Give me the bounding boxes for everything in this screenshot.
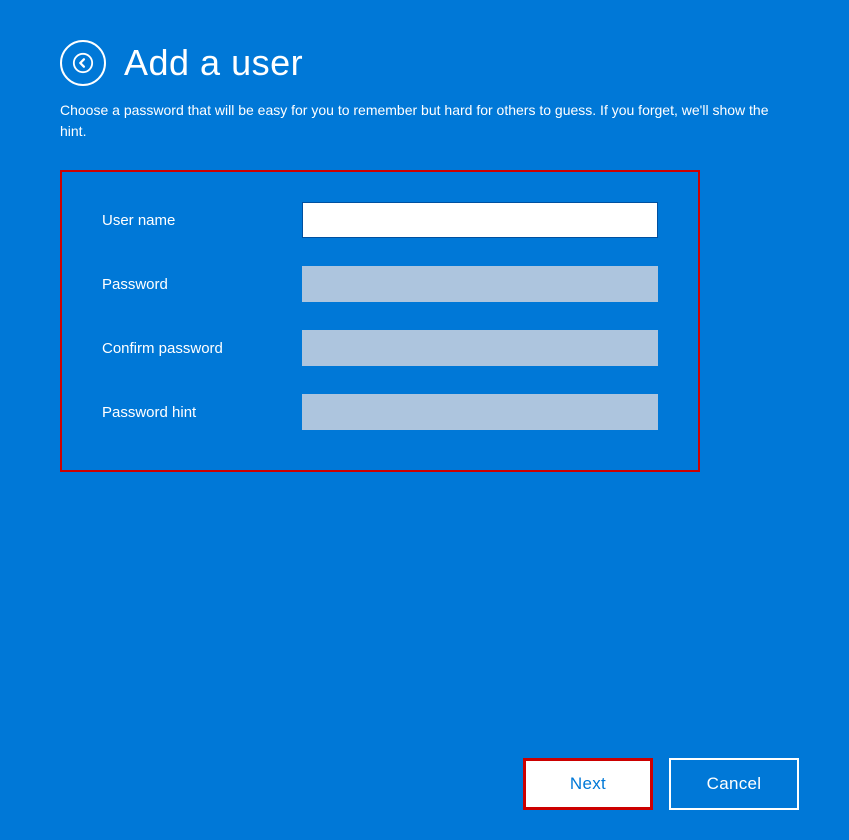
confirm-password-label: Confirm password bbox=[102, 340, 302, 357]
password-hint-row: Password hint bbox=[102, 394, 658, 430]
page-container: Add a user Choose a password that will b… bbox=[0, 0, 849, 840]
confirm-password-input[interactable] bbox=[302, 330, 658, 366]
password-row: Password bbox=[102, 266, 658, 302]
username-row: User name bbox=[102, 202, 658, 238]
password-hint-label: Password hint bbox=[102, 404, 302, 421]
form-container: User name Password Confirm password Pass… bbox=[60, 170, 700, 472]
back-button[interactable] bbox=[60, 40, 106, 86]
header: Add a user bbox=[60, 40, 789, 86]
username-input[interactable] bbox=[302, 202, 658, 238]
next-button[interactable]: Next bbox=[523, 758, 653, 810]
subtitle: Choose a password that will be easy for … bbox=[60, 100, 780, 142]
confirm-password-row: Confirm password bbox=[102, 330, 658, 366]
button-row: Next Cancel bbox=[523, 758, 799, 810]
password-label: Password bbox=[102, 276, 302, 293]
username-label: User name bbox=[102, 212, 302, 229]
page-title: Add a user bbox=[124, 42, 303, 84]
password-hint-input[interactable] bbox=[302, 394, 658, 430]
password-input[interactable] bbox=[302, 266, 658, 302]
cancel-button[interactable]: Cancel bbox=[669, 758, 799, 810]
